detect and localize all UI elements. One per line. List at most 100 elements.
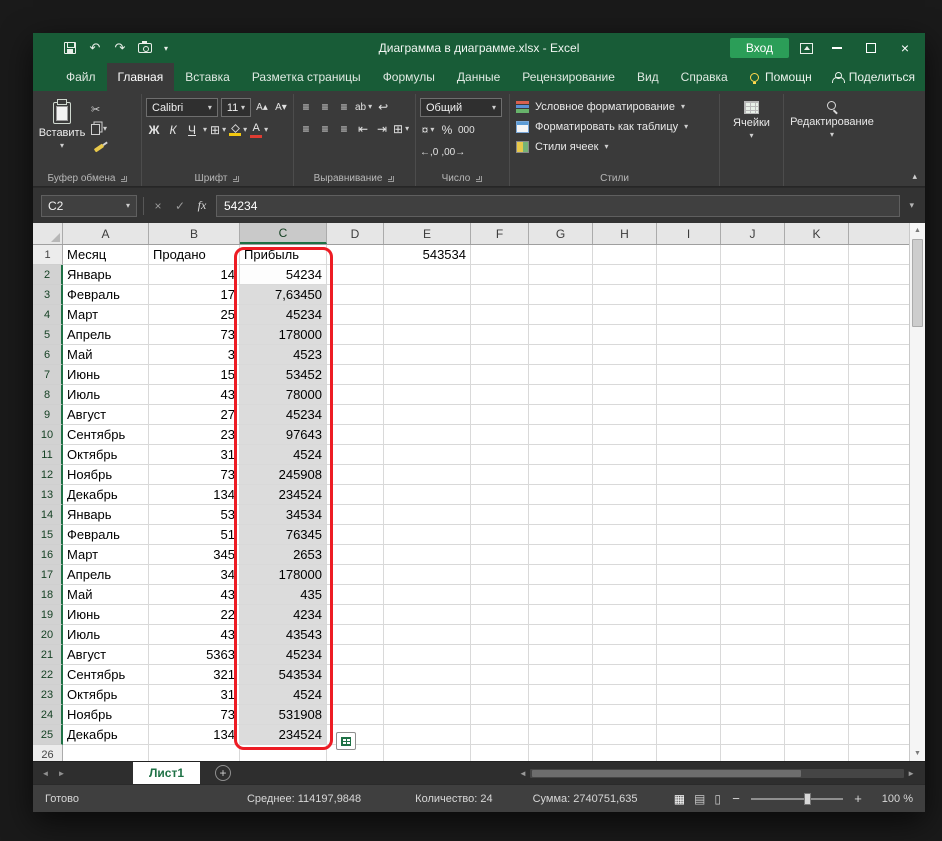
cell-J17[interactable] (721, 565, 785, 585)
cell-E1[interactable]: 543534 (384, 245, 471, 265)
vertical-scroll-track[interactable] (910, 237, 925, 747)
cell-E13[interactable] (384, 485, 471, 505)
cell-G25[interactable] (529, 725, 593, 745)
cell-B17[interactable]: 34 (149, 565, 240, 585)
cell-F23[interactable] (471, 685, 529, 705)
cell-J23[interactable] (721, 685, 785, 705)
cell-I25[interactable] (657, 725, 721, 745)
copy-button[interactable]: ▾ (91, 121, 107, 136)
cell-E3[interactable] (384, 285, 471, 305)
scroll-up-button[interactable]: ▲ (914, 224, 921, 237)
cell-C7[interactable]: 53452 (240, 365, 327, 385)
cell-G6[interactable] (529, 345, 593, 365)
camera-button[interactable] (134, 37, 156, 59)
cell-F25[interactable] (471, 725, 529, 745)
cell-K14[interactable] (785, 505, 849, 525)
cell-C21[interactable]: 45234 (240, 645, 327, 665)
cell-D11[interactable] (327, 445, 384, 465)
cell-F4[interactable] (471, 305, 529, 325)
cell-K11[interactable] (785, 445, 849, 465)
cell-K26[interactable] (785, 745, 849, 761)
cell-A13[interactable]: Декабрь (63, 485, 149, 505)
cell-K1[interactable] (785, 245, 849, 265)
cell-K19[interactable] (785, 605, 849, 625)
cell-D20[interactable] (327, 625, 384, 645)
cell-C17[interactable]: 178000 (240, 565, 327, 585)
cell-E22[interactable] (384, 665, 471, 685)
tab-home[interactable]: Главная (106, 63, 175, 91)
scroll-down-button[interactable]: ▼ (914, 747, 921, 760)
close-button[interactable]: × (891, 36, 919, 60)
cell-C25[interactable]: 234524 (240, 725, 327, 745)
cell-F22[interactable] (471, 665, 529, 685)
cell-G18[interactable] (529, 585, 593, 605)
cell-K4[interactable] (785, 305, 849, 325)
cell-I16[interactable] (657, 545, 721, 565)
cell-J11[interactable] (721, 445, 785, 465)
cell-H13[interactable] (593, 485, 657, 505)
cell-H16[interactable] (593, 545, 657, 565)
quick-analysis-button[interactable] (336, 732, 356, 750)
cell-E11[interactable] (384, 445, 471, 465)
cell-C10[interactable]: 97643 (240, 425, 327, 445)
cell-I17[interactable] (657, 565, 721, 585)
row-header-2[interactable]: 2 (33, 265, 63, 285)
cell-H5[interactable] (593, 325, 657, 345)
cell-J24[interactable] (721, 705, 785, 725)
cell-H23[interactable] (593, 685, 657, 705)
cell-I1[interactable] (657, 245, 721, 265)
cell-E21[interactable] (384, 645, 471, 665)
cell-C19[interactable]: 4234 (240, 605, 327, 625)
cell-C20[interactable]: 43543 (240, 625, 327, 645)
cell-F10[interactable] (471, 425, 529, 445)
cell-B6[interactable]: 3 (149, 345, 240, 365)
cell-I26[interactable] (657, 745, 721, 761)
cell-E9[interactable] (384, 405, 471, 425)
cell-F19[interactable] (471, 605, 529, 625)
cell-E26[interactable] (384, 745, 471, 761)
percent-style-button[interactable]: % (439, 121, 455, 139)
cell-B9[interactable]: 27 (149, 405, 240, 425)
font-size-select[interactable]: 11 ▾ (220, 98, 251, 117)
cell-J25[interactable] (721, 725, 785, 745)
cell-G23[interactable] (529, 685, 593, 705)
redo-button[interactable]: ↷ (109, 37, 131, 59)
cell-F16[interactable] (471, 545, 529, 565)
row-header-5[interactable]: 5 (33, 325, 63, 345)
cell-B5[interactable]: 73 (149, 325, 240, 345)
cell-D6[interactable] (327, 345, 384, 365)
cell-A21[interactable]: Август (63, 645, 149, 665)
cell-A20[interactable]: Июль (63, 625, 149, 645)
column-header-E[interactable]: E (384, 223, 471, 244)
cell-F1[interactable] (471, 245, 529, 265)
row-header-15[interactable]: 15 (33, 525, 63, 545)
cell-C2[interactable]: 54234 (240, 265, 327, 285)
increase-indent-button[interactable]: ⇥ (374, 120, 390, 138)
cell-H7[interactable] (593, 365, 657, 385)
decrease-decimal-button[interactable]: ,00→ (441, 143, 465, 161)
clipboard-dialog-launcher[interactable] (120, 175, 128, 183)
tab-help[interactable]: Справка (670, 63, 739, 91)
tab-view[interactable]: Вид (626, 63, 670, 91)
cell-H8[interactable] (593, 385, 657, 405)
share-button[interactable]: Поделиться (831, 70, 915, 84)
cell-H2[interactable] (593, 265, 657, 285)
font-dialog-launcher[interactable] (232, 175, 240, 183)
cell-B25[interactable]: 134 (149, 725, 240, 745)
cell-I3[interactable] (657, 285, 721, 305)
align-top-button[interactable]: ≡ (298, 98, 314, 116)
cell-C6[interactable]: 4523 (240, 345, 327, 365)
column-header-B[interactable]: B (149, 223, 240, 244)
cell-D8[interactable] (327, 385, 384, 405)
zoom-in-button[interactable]: + (852, 791, 864, 806)
save-button[interactable] (59, 37, 81, 59)
cell-D7[interactable] (327, 365, 384, 385)
cell-A14[interactable]: Январь (63, 505, 149, 525)
cell-I12[interactable] (657, 465, 721, 485)
cell-D2[interactable] (327, 265, 384, 285)
cell-I6[interactable] (657, 345, 721, 365)
cell-B3[interactable]: 17 (149, 285, 240, 305)
cell-J12[interactable] (721, 465, 785, 485)
cell-C18[interactable]: 435 (240, 585, 327, 605)
cell-B23[interactable]: 31 (149, 685, 240, 705)
